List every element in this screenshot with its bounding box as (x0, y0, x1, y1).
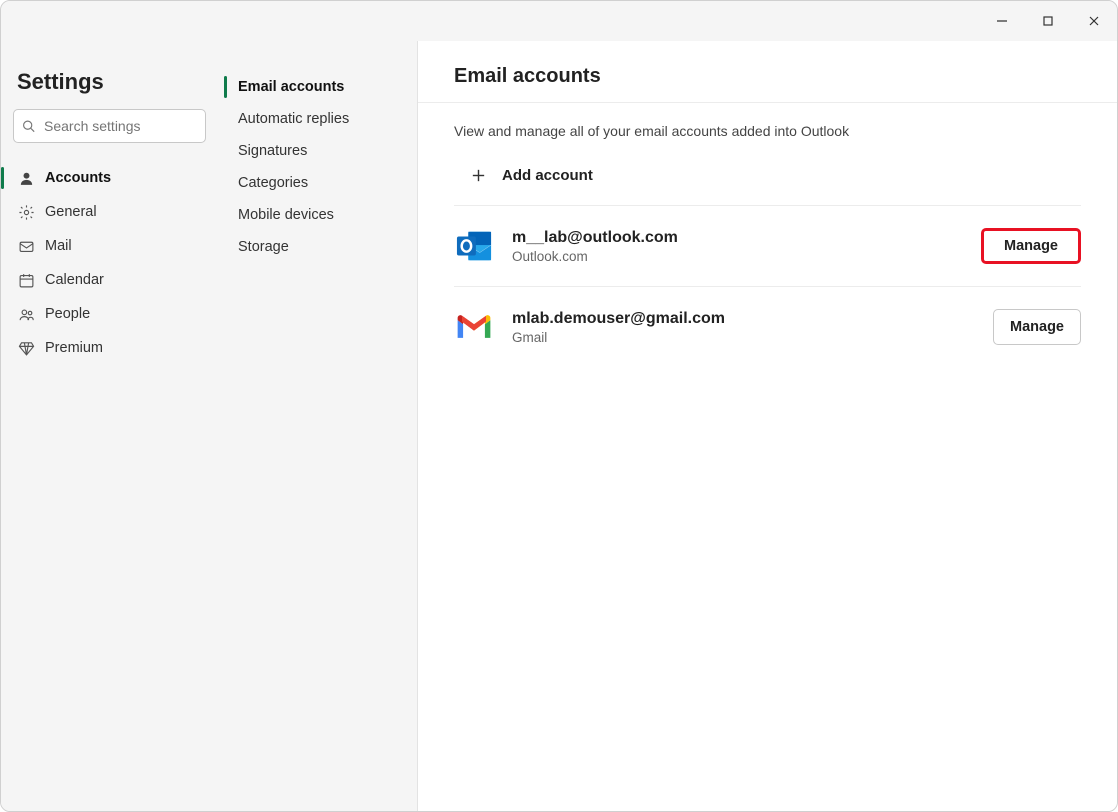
maximize-icon (1042, 15, 1054, 27)
subnav-item-label: Email accounts (238, 79, 344, 95)
subnav-item-categories[interactable]: Categories (230, 167, 407, 199)
subnav-item-email-accounts[interactable]: Email accounts (230, 71, 407, 103)
subnav-item-label: Storage (238, 239, 289, 255)
close-button[interactable] (1071, 5, 1117, 37)
subnav-item-label: Categories (238, 175, 308, 191)
manage-button[interactable]: Manage (993, 309, 1081, 345)
mail-icon (15, 238, 37, 255)
add-account-label: Add account (502, 167, 593, 184)
subnav-item-storage[interactable]: Storage (230, 231, 407, 263)
sidebar-item-label: Calendar (45, 272, 104, 288)
sidebar-item-label: Premium (45, 340, 103, 356)
subnav-item-label: Signatures (238, 143, 307, 159)
divider (418, 102, 1117, 103)
account-info: m__lab@outlook.com Outlook.com (512, 229, 981, 264)
titlebar (1, 1, 1117, 41)
search-input[interactable] (13, 109, 206, 143)
manage-button[interactable]: Manage (981, 228, 1081, 264)
minimize-icon (996, 15, 1008, 27)
account-provider: Gmail (512, 330, 993, 345)
settings-window: Settings Accounts General (0, 0, 1118, 812)
page-title: Settings (11, 41, 208, 109)
main-description: View and manage all of your email accoun… (454, 123, 1081, 139)
account-row: mlab.demouser@gmail.com Gmail Manage (454, 287, 1081, 367)
outlook-icon (454, 226, 494, 266)
main-heading: Email accounts (454, 65, 1081, 88)
gmail-icon (454, 307, 494, 347)
diamond-icon (15, 340, 37, 357)
people-icon (15, 306, 37, 323)
sidebar-middle: Email accounts Automatic replies Signatu… (218, 41, 418, 811)
sidebar-item-mail[interactable]: Mail (11, 229, 208, 263)
subnav-item-mobile-devices[interactable]: Mobile devices (230, 199, 407, 231)
account-provider: Outlook.com (512, 249, 981, 264)
subnav-item-signatures[interactable]: Signatures (230, 135, 407, 167)
main-content: Email accounts View and manage all of yo… (418, 41, 1117, 811)
sidebar-item-premium[interactable]: Premium (11, 331, 208, 365)
account-info: mlab.demouser@gmail.com Gmail (512, 310, 993, 345)
sidebar-item-people[interactable]: People (11, 297, 208, 331)
gear-icon (15, 204, 37, 221)
plus-icon (470, 167, 492, 184)
close-icon (1088, 15, 1100, 27)
account-row: m__lab@outlook.com Outlook.com Manage (454, 206, 1081, 287)
person-icon (15, 170, 37, 187)
search-wrap (13, 109, 206, 143)
calendar-icon (15, 272, 37, 289)
sidebar-item-calendar[interactable]: Calendar (11, 263, 208, 297)
sidebar-item-label: Mail (45, 238, 72, 254)
sidebar-item-label: General (45, 204, 97, 220)
sidebar-item-label: People (45, 306, 90, 322)
sidebar-left: Settings Accounts General (1, 41, 218, 811)
sidebar-item-label: Accounts (45, 170, 111, 186)
subnav-item-automatic-replies[interactable]: Automatic replies (230, 103, 407, 135)
subnav-item-label: Mobile devices (238, 207, 334, 223)
subnav-item-label: Automatic replies (238, 111, 349, 127)
sidebar-item-general[interactable]: General (11, 195, 208, 229)
sidebar-item-accounts[interactable]: Accounts (11, 161, 208, 195)
minimize-button[interactable] (979, 5, 1025, 37)
account-email: mlab.demouser@gmail.com (512, 310, 993, 328)
add-account-button[interactable]: Add account (454, 157, 1081, 193)
account-email: m__lab@outlook.com (512, 229, 981, 247)
maximize-button[interactable] (1025, 5, 1071, 37)
search-icon (22, 120, 35, 133)
